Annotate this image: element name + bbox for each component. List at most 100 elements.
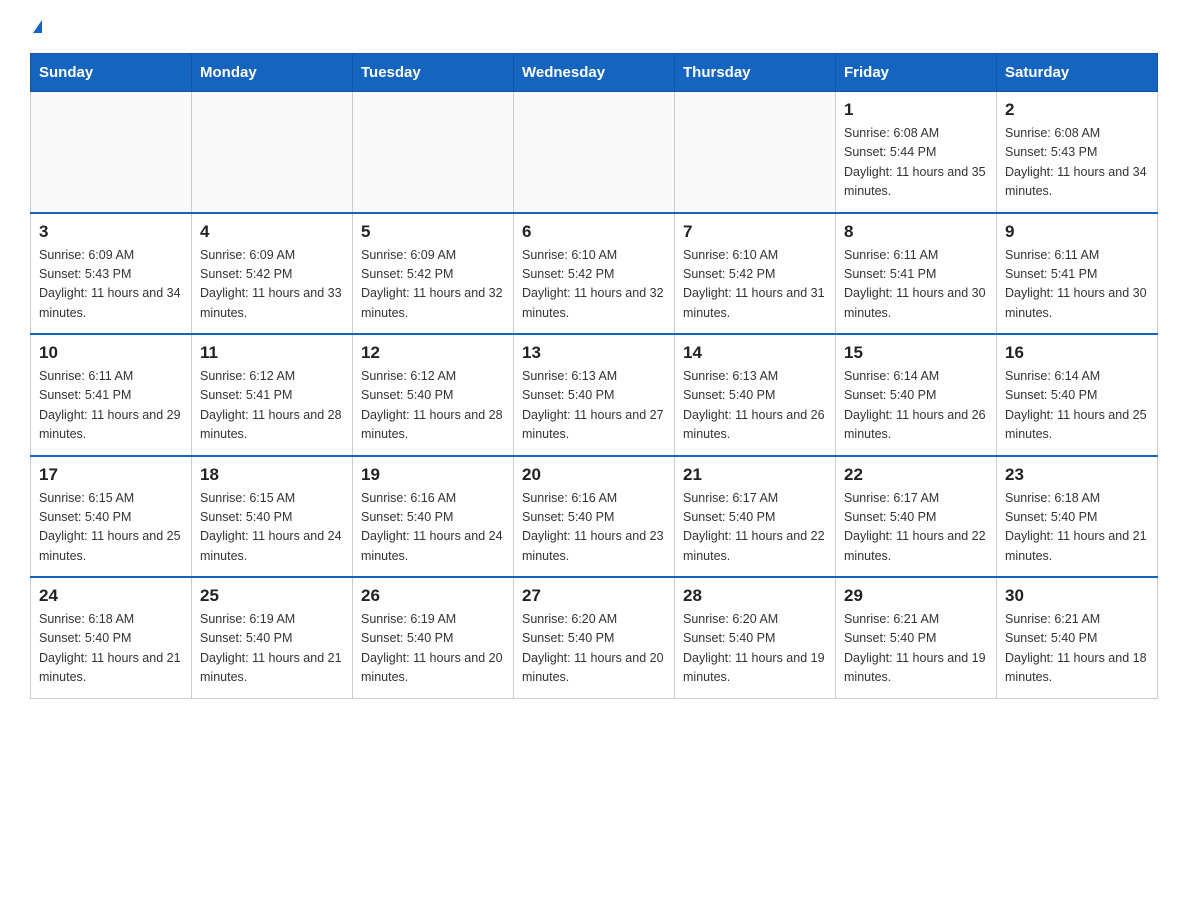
day-number: 19 [361,465,505,485]
day-info: Sunrise: 6:14 AMSunset: 5:40 PMDaylight:… [1005,367,1149,445]
calendar-cell: 3Sunrise: 6:09 AMSunset: 5:43 PMDaylight… [31,213,192,335]
day-number: 20 [522,465,666,485]
calendar-cell: 27Sunrise: 6:20 AMSunset: 5:40 PMDayligh… [514,577,675,698]
calendar-cell [514,92,675,213]
calendar-cell: 23 Sunrise: 6:18 AMSunset: 5:40 PMDayligh… [997,456,1158,578]
calendar-cell: 1 Sunrise: 6:08 AMSunset: 5:44 PMDaylight… [836,92,997,213]
calendar-cell [675,92,836,213]
day-info: Sunrise: 6:18 AMSunset: 5:40 PMDaylight:… [39,610,183,688]
page-header [30,20,1158,35]
day-number: 30 [1005,586,1149,606]
day-info: Sunrise: 6:17 AMSunset: 5:40 PMDaylight:… [844,489,988,567]
calendar-cell: 29 Sunrise: 6:21 AMSunset: 5:40 PMDayligh… [836,577,997,698]
calendar-week-row: 1 Sunrise: 6:08 AMSunset: 5:44 PMDaylight… [31,92,1158,213]
day-info: Sunrise: 6:11 AMSunset: 5:41 PMDaylight:… [1005,246,1149,324]
day-info: Sunrise: 6:17 AMSunset: 5:40 PMDaylight:… [683,489,827,567]
calendar-cell: 21 Sunrise: 6:17 AMSunset: 5:40 PMDayligh… [675,456,836,578]
day-number: 24 [39,586,183,606]
day-of-week-header: Saturday [997,54,1158,92]
day-number: 5 [361,222,505,242]
calendar-cell: 24 Sunrise: 6:18 AMSunset: 5:40 PMDayligh… [31,577,192,698]
day-number: 2 [1005,100,1149,120]
calendar-cell: 16 Sunrise: 6:14 AMSunset: 5:40 PMDayligh… [997,334,1158,456]
calendar-week-row: 24 Sunrise: 6:18 AMSunset: 5:40 PMDayligh… [31,577,1158,698]
day-info: Sunrise: 6:08 AMSunset: 5:44 PMDaylight:… [844,124,988,202]
day-info: Sunrise: 6:19 AMSunset: 5:40 PMDaylight:… [361,610,505,688]
calendar-cell: 4Sunrise: 6:09 AMSunset: 5:42 PMDaylight… [192,213,353,335]
calendar-cell: 13 Sunrise: 6:13 AMSunset: 5:40 PMDayligh… [514,334,675,456]
day-number: 23 [1005,465,1149,485]
day-info: Sunrise: 6:19 AMSunset: 5:40 PMDaylight:… [200,610,344,688]
calendar-table: SundayMondayTuesdayWednesdayThursdayFrid… [30,53,1158,699]
day-info: Sunrise: 6:21 AMSunset: 5:40 PMDaylight:… [1005,610,1149,688]
day-of-week-header: Tuesday [353,54,514,92]
calendar-cell: 11 Sunrise: 6:12 AMSunset: 5:41 PMDayligh… [192,334,353,456]
calendar-cell: 28 Sunrise: 6:20 AMSunset: 5:40 PMDayligh… [675,577,836,698]
calendar-cell [31,92,192,213]
day-number: 1 [844,100,988,120]
calendar-cell: 17Sunrise: 6:15 AMSunset: 5:40 PMDayligh… [31,456,192,578]
calendar-cell: 18Sunrise: 6:15 AMSunset: 5:40 PMDayligh… [192,456,353,578]
day-number: 13 [522,343,666,363]
day-number: 27 [522,586,666,606]
calendar-cell [192,92,353,213]
day-info: Sunrise: 6:08 AMSunset: 5:43 PMDaylight:… [1005,124,1149,202]
calendar-cell: 30 Sunrise: 6:21 AMSunset: 5:40 PMDayligh… [997,577,1158,698]
day-number: 14 [683,343,827,363]
day-info: Sunrise: 6:10 AMSunset: 5:42 PMDaylight:… [683,246,827,324]
day-of-week-header: Monday [192,54,353,92]
day-info: Sunrise: 6:21 AMSunset: 5:40 PMDaylight:… [844,610,988,688]
day-info: Sunrise: 6:12 AMSunset: 5:41 PMDaylight:… [200,367,344,445]
day-number: 9 [1005,222,1149,242]
day-info: Sunrise: 6:20 AMSunset: 5:40 PMDaylight:… [683,610,827,688]
day-number: 12 [361,343,505,363]
logo [30,20,42,35]
calendar-cell: 19 Sunrise: 6:16 AMSunset: 5:40 PMDayligh… [353,456,514,578]
day-info: Sunrise: 6:13 AMSunset: 5:40 PMDaylight:… [683,367,827,445]
day-number: 22 [844,465,988,485]
day-number: 11 [200,343,344,363]
day-number: 3 [39,222,183,242]
day-info: Sunrise: 6:11 AMSunset: 5:41 PMDaylight:… [844,246,988,324]
calendar-week-row: 17Sunrise: 6:15 AMSunset: 5:40 PMDayligh… [31,456,1158,578]
day-of-week-header: Wednesday [514,54,675,92]
day-info: Sunrise: 6:12 AMSunset: 5:40 PMDaylight:… [361,367,505,445]
calendar-cell: 8Sunrise: 6:11 AMSunset: 5:41 PMDaylight… [836,213,997,335]
calendar-cell: 25 Sunrise: 6:19 AMSunset: 5:40 PMDayligh… [192,577,353,698]
calendar-header-row: SundayMondayTuesdayWednesdayThursdayFrid… [31,54,1158,92]
day-number: 18 [200,465,344,485]
day-number: 26 [361,586,505,606]
day-number: 29 [844,586,988,606]
day-number: 21 [683,465,827,485]
day-number: 28 [683,586,827,606]
logo-triangle-icon [33,20,42,33]
day-number: 25 [200,586,344,606]
day-info: Sunrise: 6:11 AMSunset: 5:41 PMDaylight:… [39,367,183,445]
day-number: 7 [683,222,827,242]
calendar-cell: 10 Sunrise: 6:11 AMSunset: 5:41 PMDayligh… [31,334,192,456]
calendar-week-row: 10 Sunrise: 6:11 AMSunset: 5:41 PMDayligh… [31,334,1158,456]
day-number: 10 [39,343,183,363]
day-info: Sunrise: 6:18 AMSunset: 5:40 PMDaylight:… [1005,489,1149,567]
day-info: Sunrise: 6:10 AMSunset: 5:42 PMDaylight:… [522,246,666,324]
day-info: Sunrise: 6:16 AMSunset: 5:40 PMDaylight:… [361,489,505,567]
calendar-cell: 15Sunrise: 6:14 AMSunset: 5:40 PMDayligh… [836,334,997,456]
day-of-week-header: Friday [836,54,997,92]
day-info: Sunrise: 6:13 AMSunset: 5:40 PMDaylight:… [522,367,666,445]
day-info: Sunrise: 6:16 AMSunset: 5:40 PMDaylight:… [522,489,666,567]
day-number: 16 [1005,343,1149,363]
calendar-cell: 20 Sunrise: 6:16 AMSunset: 5:40 PMDayligh… [514,456,675,578]
day-of-week-header: Thursday [675,54,836,92]
day-info: Sunrise: 6:15 AMSunset: 5:40 PMDaylight:… [39,489,183,567]
calendar-cell: 5Sunrise: 6:09 AMSunset: 5:42 PMDaylight… [353,213,514,335]
day-info: Sunrise: 6:14 AMSunset: 5:40 PMDaylight:… [844,367,988,445]
calendar-cell: 7 Sunrise: 6:10 AMSunset: 5:42 PMDaylight… [675,213,836,335]
day-number: 6 [522,222,666,242]
calendar-cell: 9 Sunrise: 6:11 AMSunset: 5:41 PMDaylight… [997,213,1158,335]
calendar-cell [353,92,514,213]
calendar-week-row: 3Sunrise: 6:09 AMSunset: 5:43 PMDaylight… [31,213,1158,335]
day-of-week-header: Sunday [31,54,192,92]
calendar-cell: 26 Sunrise: 6:19 AMSunset: 5:40 PMDayligh… [353,577,514,698]
calendar-cell: 14 Sunrise: 6:13 AMSunset: 5:40 PMDayligh… [675,334,836,456]
day-number: 4 [200,222,344,242]
